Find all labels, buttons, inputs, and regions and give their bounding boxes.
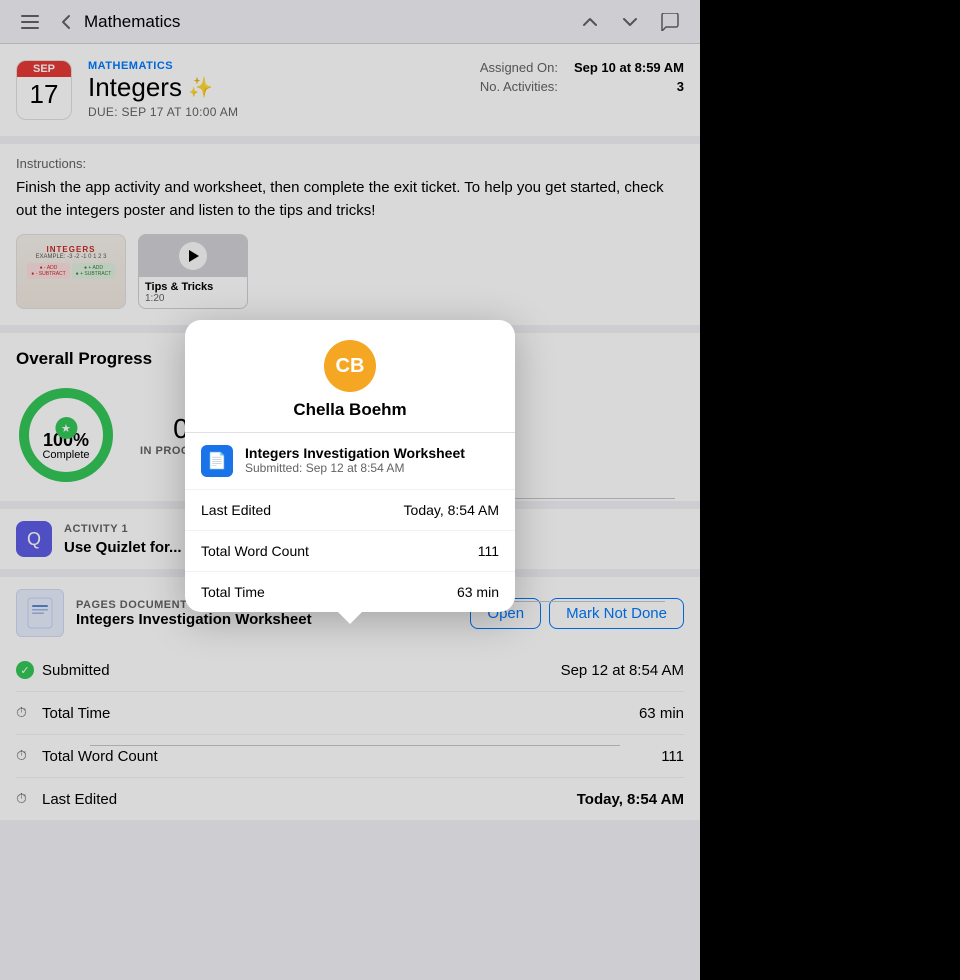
popup-total-time-label: Total Time — [201, 584, 265, 600]
popup-name: Chella Boehm — [201, 400, 499, 420]
popup-last-edited-value: Today, 8:54 AM — [404, 502, 499, 518]
connector-line-2 — [510, 601, 665, 602]
connector-line-1 — [495, 498, 675, 499]
popup-card: CB Chella Boehm 📄 Integers Investigation… — [185, 320, 515, 612]
assigned-on-value: Sep 10 at 8:59 AM — [574, 60, 684, 75]
last-edited-value: Today, 8:54 AM — [577, 791, 684, 808]
integers-poster[interactable]: INTEGERS EXAMPLE: -3 -2 -1 0 1 2 3 ● - A… — [16, 234, 126, 309]
popup-doc-row: 📄 Integers Investigation Worksheet Submi… — [185, 433, 515, 490]
avatar: CB — [324, 340, 376, 392]
pages-doc-title: Integers Investigation Worksheet — [76, 611, 458, 628]
total-time-row: ⏱ Total Time 63 min — [16, 692, 684, 735]
submitted-row: ✓ Submitted Sep 12 at 8:54 AM — [16, 649, 684, 692]
assignment-title: Integers ✨ — [88, 72, 464, 103]
pages-doc-thumbnail — [16, 589, 64, 637]
instructions-label: Instructions: — [16, 156, 684, 171]
total-time-label: Total Time — [42, 705, 110, 722]
activity-label: ACTIVITY 1 — [64, 523, 182, 535]
assignment-due: DUE: SEP 17 AT 10:00 AM — [88, 105, 464, 119]
activity-icon: Q — [16, 521, 52, 557]
popup-word-count: Total Word Count 111 — [185, 531, 515, 572]
no-activities-value: 3 — [677, 79, 684, 94]
submitted-label: Submitted — [42, 662, 110, 679]
donut-label: Complete — [42, 449, 89, 461]
nav-up-button[interactable] — [576, 8, 604, 36]
nav-title: Mathematics — [84, 12, 576, 32]
last-edited-icon: ⏱ — [16, 790, 34, 808]
assignment-subject: MATHEMATICS — [88, 60, 464, 72]
video-title: Tips & Tricks — [145, 281, 241, 293]
popup-total-time-value: 63 min — [457, 584, 499, 600]
play-button[interactable] — [179, 242, 207, 270]
word-count-label: Total Word Count — [42, 748, 158, 765]
popup-last-edited: Last Edited Today, 8:54 AM — [185, 490, 515, 531]
total-time-value: 63 min — [639, 705, 684, 722]
sidebar-toggle-button[interactable] — [16, 8, 44, 36]
popup-doc-info: Integers Investigation Worksheet Submitt… — [245, 445, 499, 475]
calendar-badge: SEP 17 — [16, 60, 72, 120]
activity-title: Use Quizlet for... — [64, 539, 182, 556]
submitted-check-icon: ✓ — [16, 661, 34, 679]
popup-word-count-label: Total Word Count — [201, 543, 309, 559]
calendar-month: SEP — [17, 61, 71, 77]
media-row: INTEGERS EXAMPLE: -3 -2 -1 0 1 2 3 ● - A… — [16, 234, 684, 309]
assignment-header: SEP 17 MATHEMATICS Integers ✨ DUE: SEP 1… — [0, 44, 700, 136]
instructions-text: Finish the app activity and worksheet, t… — [16, 177, 684, 222]
popup-doc-title: Integers Investigation Worksheet — [245, 445, 499, 461]
connector-line-3 — [90, 745, 620, 746]
last-edited-label: Last Edited — [42, 791, 117, 808]
detail-rows: ✓ Submitted Sep 12 at 8:54 AM ⏱ Total Ti… — [0, 649, 700, 820]
word-count-value: 111 — [661, 748, 684, 765]
video-thumb[interactable]: Tips & Tricks 1:20 — [138, 234, 248, 309]
no-activities-label: No. Activities: — [480, 79, 558, 94]
calendar-day: 17 — [30, 77, 59, 107]
assigned-on-label: Assigned On: — [480, 60, 558, 75]
submitted-value: Sep 12 at 8:54 AM — [561, 662, 684, 679]
total-time-icon: ⏱ — [16, 704, 34, 722]
popup-header: CB Chella Boehm — [185, 320, 515, 433]
sparkle-icon: ✨ — [188, 75, 213, 100]
total-word-count-row: ⏱ Total Word Count 111 — [16, 735, 684, 778]
instructions-section: Instructions: Finish the app activity an… — [0, 144, 700, 325]
video-duration: 1:20 — [145, 293, 241, 304]
progress-donut: ★ 100% Complete — [16, 385, 116, 485]
back-button[interactable] — [52, 8, 80, 36]
play-icon — [189, 250, 199, 262]
popup-total-time: Total Time 63 min — [185, 572, 515, 612]
mark-not-done-button[interactable]: Mark Not Done — [549, 598, 684, 629]
popup-word-count-value: 111 — [478, 543, 499, 559]
last-edited-row: ⏱ Last Edited Today, 8:54 AM — [16, 778, 684, 820]
popup-doc-submitted: Submitted: Sep 12 at 8:54 AM — [245, 461, 499, 475]
nav-down-button[interactable] — [616, 8, 644, 36]
star-badge: ★ — [55, 417, 77, 439]
top-nav: Mathematics — [0, 0, 700, 44]
word-count-icon: ⏱ — [16, 747, 34, 765]
assignment-meta: Assigned On: Sep 10 at 8:59 AM No. Activ… — [480, 60, 684, 120]
popup-last-edited-label: Last Edited — [201, 502, 271, 518]
poster-title: INTEGERS — [27, 245, 115, 254]
popup-doc-icon: 📄 — [201, 445, 233, 477]
comment-button[interactable] — [656, 8, 684, 36]
